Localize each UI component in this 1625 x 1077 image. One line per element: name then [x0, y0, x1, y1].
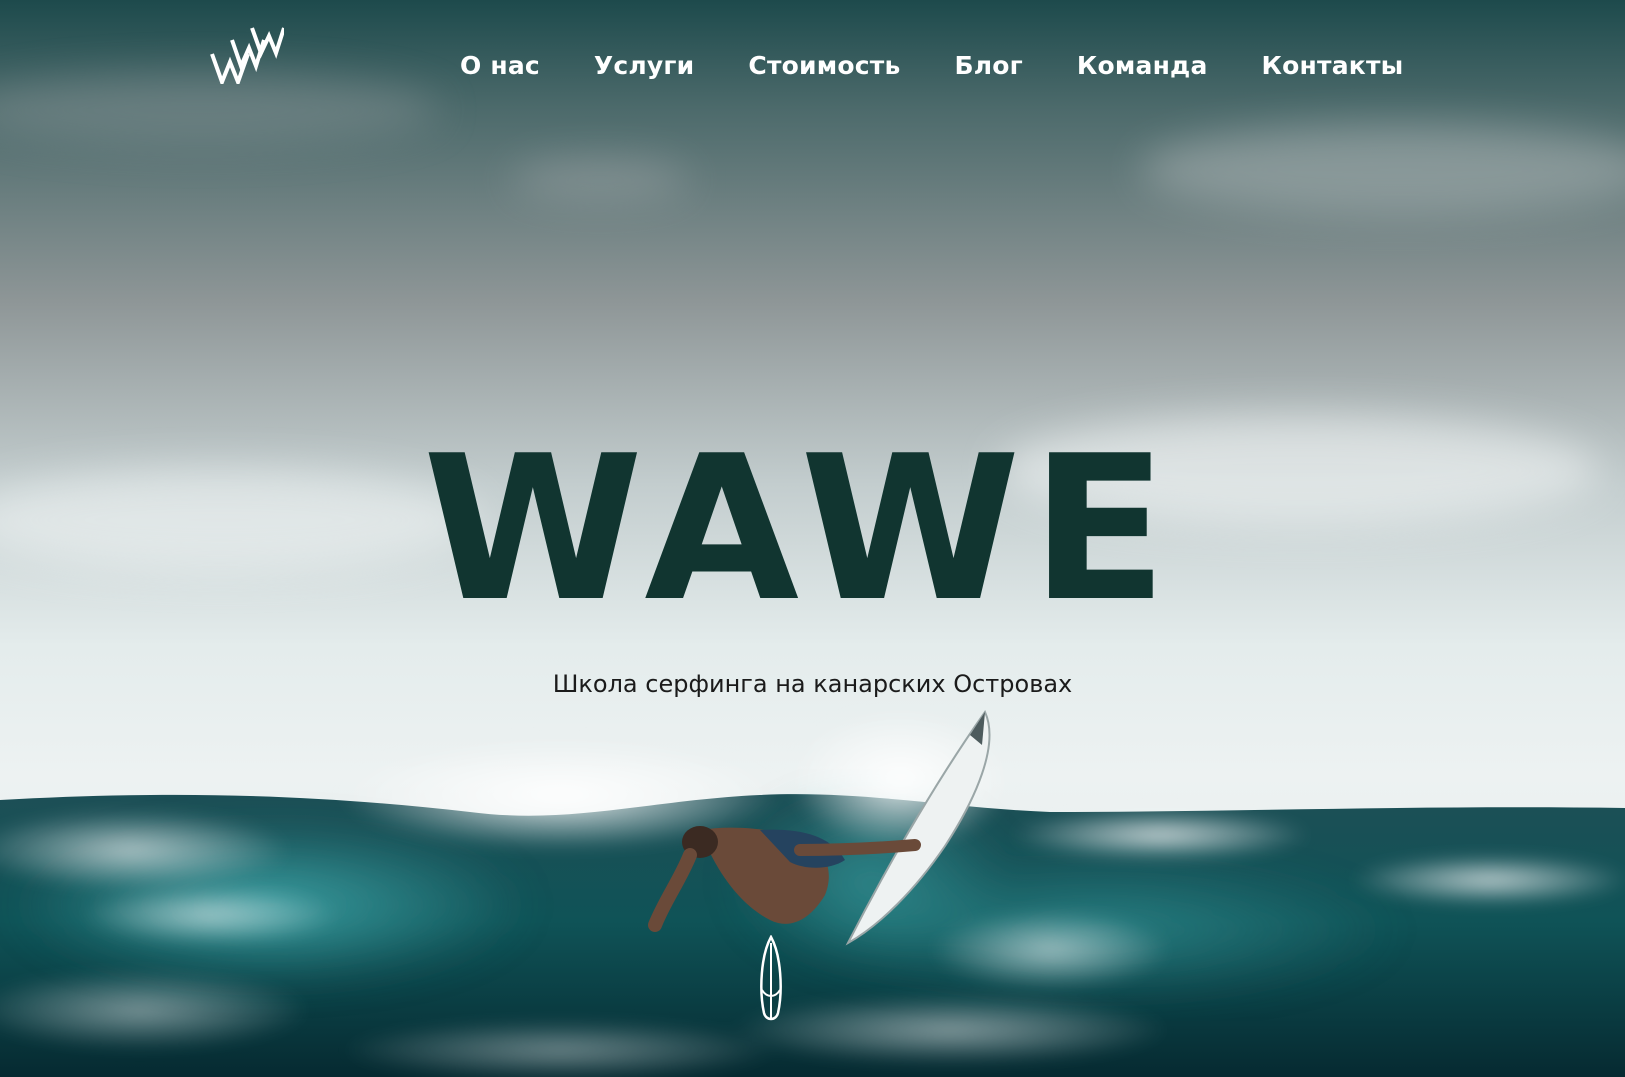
nav-item-blog: Блог — [954, 44, 1022, 88]
hero-title: WAWE — [422, 413, 1178, 646]
nav-item-about: О нас — [460, 44, 540, 88]
nav-menu: О нас Услуги Стоимость Блог Команда Конт… — [460, 44, 1403, 88]
hero-section: О нас Услуги Стоимость Блог Команда Конт… — [0, 0, 1625, 1077]
surfboard-icon[interactable] — [756, 935, 786, 1025]
nav-link-team[interactable]: Команда — [1077, 44, 1208, 88]
nav-item-pricing: Стоимость — [748, 44, 900, 88]
hero-subtitle: Школа серфинга на канарских Островах — [552, 670, 1073, 698]
wawe-logo-icon[interactable] — [210, 26, 284, 84]
nav-link-blog[interactable]: Блог — [954, 44, 1022, 88]
nav-link-pricing[interactable]: Стоимость — [748, 44, 900, 88]
main-navigation: О нас Услуги Стоимость Блог Команда Конт… — [0, 27, 1625, 88]
nav-link-services[interactable]: Услуги — [594, 44, 694, 88]
nav-link-contacts[interactable]: Контакты — [1262, 44, 1404, 88]
nav-item-team: Команда — [1077, 44, 1208, 88]
nav-item-services: Услуги — [594, 44, 694, 88]
nav-item-contacts: Контакты — [1262, 44, 1404, 88]
nav-link-about[interactable]: О нас — [460, 44, 540, 88]
